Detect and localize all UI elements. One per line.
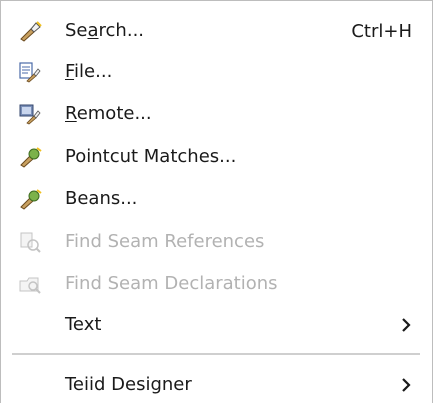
- menu-item-search[interactable]: Search... Ctrl+H: [1, 11, 432, 51]
- menu-item-pointcut-matches[interactable]: Pointcut Matches...: [1, 137, 432, 177]
- menu-label-search-mnemonic: a: [87, 20, 99, 41]
- menu-label-text: Text: [65, 314, 102, 335]
- shortcut-label: Ctrl+H: [351, 20, 412, 42]
- menu-label-find-seam-references: Find Seam References: [65, 231, 265, 252]
- menu-label-remote-mnemonic: R: [65, 103, 77, 124]
- remote-search-icon: [19, 104, 41, 125]
- menu-label-file-suffix: ile...: [74, 61, 113, 82]
- menu-label-remote-suffix: emote...: [76, 103, 152, 124]
- menu-label-pointcut-matches: Pointcut Matches...: [65, 146, 237, 167]
- menu-label-file-mnemonic: F: [65, 61, 75, 82]
- menu-item-teiid-designer[interactable]: Teiid Designer: [1, 365, 432, 405]
- beans-search-icon: [20, 189, 42, 210]
- menu-label-search-suffix: rch...: [98, 20, 145, 41]
- submenu-arrow-icon: [402, 318, 411, 332]
- file-search-icon: [19, 62, 41, 83]
- seam-declarations-icon: [19, 277, 41, 294]
- menu-item-remote[interactable]: Remote...: [1, 94, 432, 134]
- menu-separator: [12, 353, 420, 355]
- menu-item-find-seam-declarations: Find Seam Declarations: [1, 264, 432, 304]
- menu-item-text[interactable]: Text: [1, 305, 432, 345]
- menu-label-search-prefix: Se: [65, 20, 88, 41]
- pointcut-search-icon: [20, 147, 42, 168]
- search-wand-icon: [20, 21, 42, 42]
- menu-label-beans: Beans...: [65, 188, 138, 209]
- menu-label-teiid-designer: Teiid Designer: [65, 374, 192, 395]
- menu-item-find-seam-references: Find Seam References: [1, 222, 432, 262]
- submenu-arrow-icon: [402, 378, 411, 392]
- menu-label-find-seam-declarations: Find Seam Declarations: [65, 273, 278, 294]
- menu-item-beans[interactable]: Beans...: [1, 179, 432, 219]
- menu-item-file[interactable]: File...: [1, 52, 432, 92]
- search-context-menu: Search... Ctrl+H File... Remote... Point…: [0, 0, 433, 403]
- seam-references-icon: [20, 232, 41, 253]
